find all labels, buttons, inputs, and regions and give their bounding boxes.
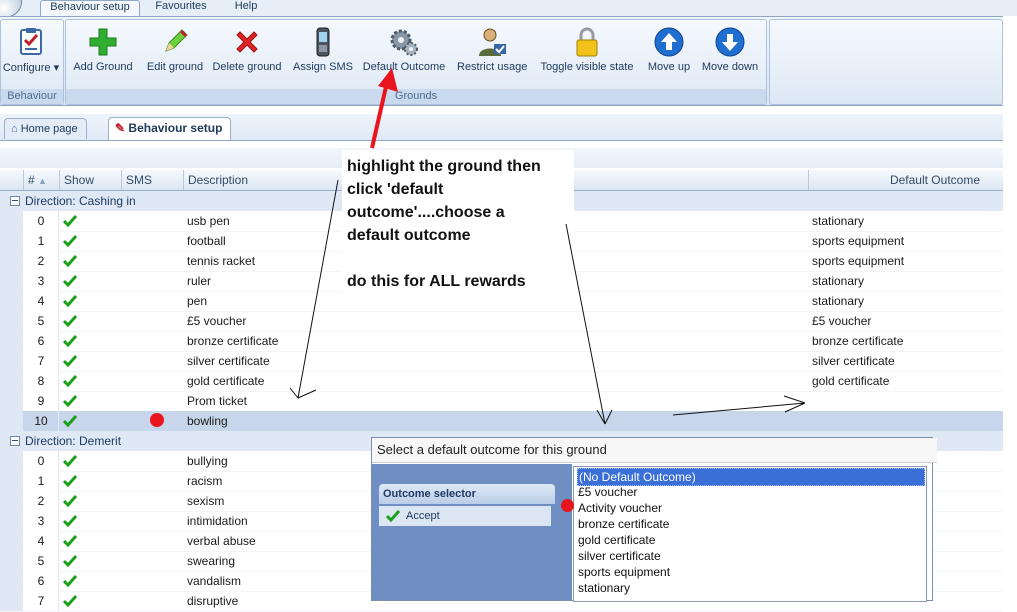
default-outcome-popup: Select a default outcome for this ground… [371,437,937,602]
outcome-listbox[interactable]: (No Default Outcome) £5 voucher Activity v… [573,466,927,602]
red-arrow-head [378,68,398,92]
red-dot-marker [561,499,574,512]
outcome-selector-header: Outcome selector [379,484,555,504]
list-item[interactable]: silver certificate [577,548,661,564]
list-item[interactable]: Activity voucher [577,500,662,516]
list-item[interactable]: £5 voucher [577,484,637,500]
red-dot-marker [150,413,164,427]
accept-button[interactable]: Accept [379,506,551,526]
black-arrow-right [672,395,806,416]
list-item[interactable]: gold certificate [577,532,655,548]
list-item[interactable]: bronze certificate [577,516,669,532]
black-arrow-left [289,179,339,399]
red-arrow-line [370,77,390,149]
outcome-selector-panel: Outcome selector Accept [372,464,572,600]
black-arrow-middle [565,223,613,425]
popup-title: Select a default outcome for this ground [372,438,937,463]
list-item[interactable]: sports equipment [577,564,670,580]
check-icon [386,510,400,522]
accept-label: Accept [406,510,440,522]
list-item[interactable]: stationary [577,580,630,596]
